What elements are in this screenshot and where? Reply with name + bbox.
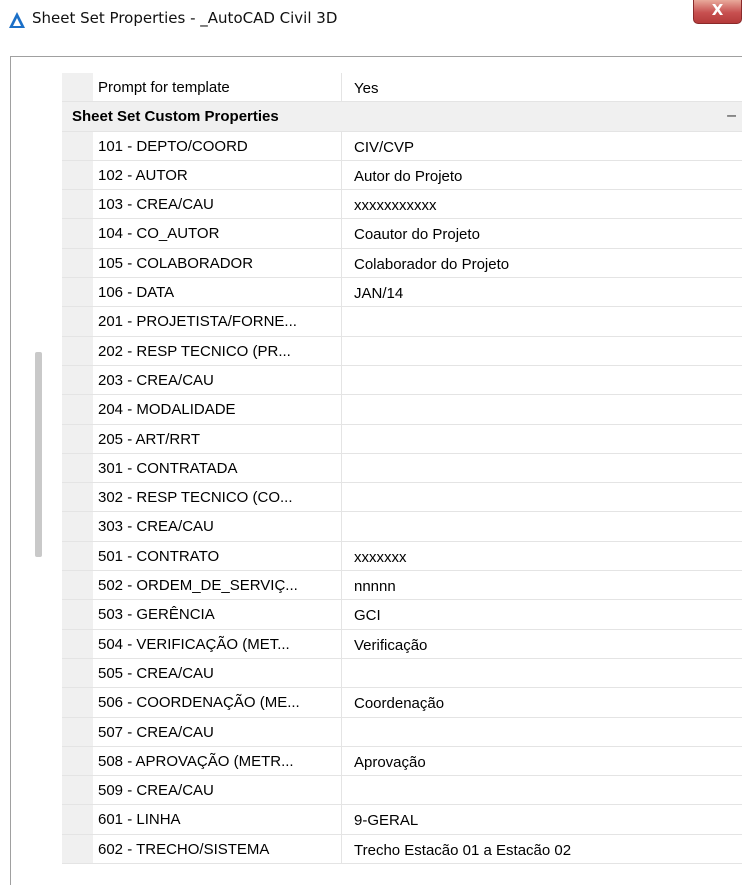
property-row[interactable]: 508 - APROVAÇÃO (METR... Aprovação: [62, 746, 742, 777]
property-name: 507 - CREA/CAU: [98, 717, 342, 746]
property-name: 303 - CREA/CAU: [98, 512, 342, 541]
property-row[interactable]: 509 - CREA/CAU: [62, 776, 742, 806]
property-value[interactable]: [354, 337, 742, 365]
property-row[interactable]: 507 - CREA/CAU: [62, 717, 742, 747]
property-row[interactable]: 104 - CO_AUTOR Coautor do Projeto: [62, 219, 742, 249]
property-value[interactable]: [354, 718, 742, 746]
property-value[interactable]: xxxxxxxxxxx: [354, 190, 742, 218]
property-value[interactable]: [354, 395, 742, 423]
property-name: 601 - LINHA: [98, 805, 342, 834]
property-name: 201 - PROJETISTA/FORNE...: [98, 307, 342, 336]
property-row[interactable]: 602 - TRECHO/SISTEMA Trecho Estacão 01 a …: [62, 834, 742, 865]
property-row[interactable]: 101 - DEPTO/COORD CIV/CVP: [62, 131, 742, 161]
close-button[interactable]: X: [693, 0, 742, 24]
scrollbar-thumb[interactable]: [35, 352, 42, 557]
property-name: 203 - CREA/CAU: [98, 365, 342, 395]
property-name: 503 - GERÊNCIA: [98, 600, 342, 629]
property-value[interactable]: Aprovação: [354, 747, 742, 775]
property-name: 103 - CREA/CAU: [98, 190, 342, 219]
property-row[interactable]: 202 - RESP TECNICO (PR...: [62, 336, 742, 366]
property-name: 106 - DATA: [98, 278, 342, 307]
category-label: Sheet Set Custom Properties: [72, 108, 279, 126]
property-value[interactable]: [354, 659, 742, 687]
property-name: 505 - CREA/CAU: [98, 658, 342, 688]
property-name: 102 - AUTOR: [98, 160, 342, 190]
property-row[interactable]: 204 - MODALIDADE: [62, 395, 742, 425]
property-row[interactable]: 601 - LINHA 9-GERAL: [62, 805, 742, 835]
close-icon: X: [711, 1, 724, 19]
property-name: 504 - VERIFICAÇÃO (MET...: [98, 629, 342, 658]
title-bar: Sheet Set Properties - _AutoCAD Civil 3D…: [0, 0, 742, 40]
property-name: 509 - CREA/CAU: [98, 776, 342, 805]
property-name: 301 - CONTRATADA: [98, 453, 342, 483]
property-row[interactable]: 201 - PROJETISTA/FORNE...: [62, 307, 742, 337]
property-value[interactable]: Verificação: [354, 630, 742, 658]
property-name: 105 - COLABORADOR: [98, 248, 342, 278]
property-value[interactable]: xxxxxxx: [354, 542, 742, 570]
property-row[interactable]: 103 - CREA/CAU xxxxxxxxxxx: [62, 190, 742, 220]
property-row[interactable]: 505 - CREA/CAU: [62, 658, 742, 689]
property-value[interactable]: Coordenação: [354, 688, 742, 716]
property-value[interactable]: GCI: [354, 600, 742, 628]
property-name: 101 - DEPTO/COORD: [98, 131, 342, 160]
property-name: 602 - TRECHO/SISTEMA: [98, 834, 342, 864]
property-row[interactable]: 504 - VERIFICAÇÃO (MET... Verificação: [62, 629, 742, 659]
collapse-icon[interactable]: –: [727, 102, 736, 129]
property-row[interactable]: 301 - CONTRATADA: [62, 453, 742, 484]
property-name: 302 - RESP TECNICO (CO...: [98, 483, 342, 512]
property-name: 502 - ORDEM_DE_SERVIÇ...: [98, 571, 342, 600]
property-value[interactable]: Trecho Estacão 01 a Estacão 02: [354, 835, 742, 863]
property-name: 204 - MODALIDADE: [98, 395, 342, 424]
property-name: 205 - ART/RRT: [98, 424, 342, 453]
property-row[interactable]: 502 - ORDEM_DE_SERVIÇ... nnnnn: [62, 571, 742, 601]
property-name: 501 - CONTRATO: [98, 541, 342, 571]
property-row[interactable]: 205 - ART/RRT: [62, 424, 742, 454]
property-value[interactable]: [354, 776, 742, 804]
property-row[interactable]: 106 - DATA JAN/14: [62, 278, 742, 308]
property-row[interactable]: 503 - GERÊNCIA GCI: [62, 600, 742, 630]
property-value[interactable]: [354, 512, 742, 540]
property-value[interactable]: nnnnn: [354, 571, 742, 599]
property-row[interactable]: 506 - COORDENAÇÃO (ME... Coordenação: [62, 688, 742, 718]
property-value[interactable]: 9-GERAL: [354, 805, 742, 833]
property-value[interactable]: [354, 454, 742, 482]
property-row[interactable]: 501 - CONTRATO xxxxxxx: [62, 541, 742, 572]
property-value[interactable]: CIV/CVP: [354, 132, 742, 160]
property-row[interactable]: 302 - RESP TECNICO (CO...: [62, 483, 742, 513]
property-row[interactable]: 102 - AUTOR Autor do Projeto: [62, 160, 742, 191]
property-name: 202 - RESP TECNICO (PR...: [98, 336, 342, 365]
property-name: Prompt for template: [98, 73, 342, 102]
property-value[interactable]: Yes: [354, 73, 742, 101]
property-value[interactable]: [354, 483, 742, 511]
window-title: Sheet Set Properties - _AutoCAD Civil 3D: [32, 9, 338, 27]
property-value[interactable]: [354, 307, 742, 335]
autocad-logo-icon: [9, 12, 25, 28]
category-header[interactable]: Sheet Set Custom Properties –: [62, 102, 742, 132]
property-row[interactable]: 303 - CREA/CAU: [62, 512, 742, 542]
property-value[interactable]: Autor do Projeto: [354, 161, 742, 189]
property-value[interactable]: [354, 425, 742, 453]
property-row[interactable]: 203 - CREA/CAU: [62, 365, 742, 396]
property-row[interactable]: Prompt for template Yes: [62, 73, 742, 103]
property-name: 508 - APROVAÇÃO (METR...: [98, 746, 342, 776]
property-grid: Prompt for template Yes Sheet Set Custom…: [62, 73, 742, 865]
property-row[interactable]: 105 - COLABORADOR Colaborador do Projeto: [62, 248, 742, 279]
property-name: 104 - CO_AUTOR: [98, 219, 342, 248]
property-name: 506 - COORDENAÇÃO (ME...: [98, 688, 342, 717]
property-value[interactable]: [354, 366, 742, 394]
property-value[interactable]: Colaborador do Projeto: [354, 249, 742, 277]
property-value[interactable]: Coautor do Projeto: [354, 219, 742, 247]
property-value[interactable]: JAN/14: [354, 278, 742, 306]
